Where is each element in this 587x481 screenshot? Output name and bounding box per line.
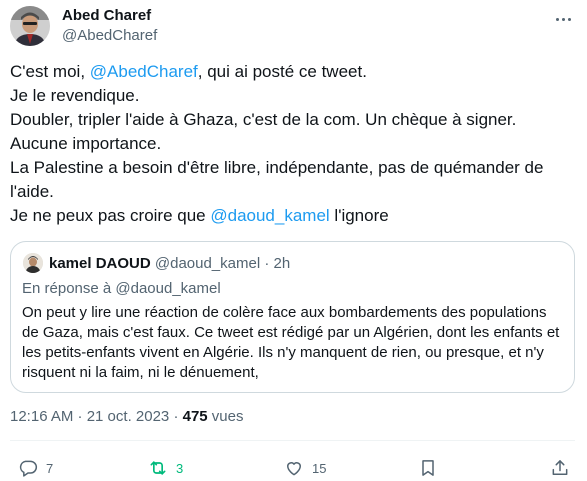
quote-reply-context: En réponse à @daoud_kamel	[22, 280, 221, 297]
action-bar: 7 3 15	[0, 455, 587, 481]
quote-author-avatar	[23, 253, 43, 273]
tweet-meta: 12:16 AM · 21 oct. 2023 · 475 vues	[10, 408, 244, 425]
tweet-text-part: , qui ai posté ce tweet. Je le revendiqu…	[10, 62, 544, 225]
reply-button[interactable]: 7	[18, 455, 53, 481]
tweet-text-part: l'ignore	[329, 206, 389, 225]
reply-icon	[19, 460, 38, 477]
author-handle[interactable]: @AbedCharef	[62, 27, 157, 44]
tweet-header: Abed Charef @AbedCharef	[10, 3, 577, 47]
quote-text: On peut y lire une réaction de colère fa…	[22, 304, 560, 381]
more-icon[interactable]	[553, 9, 573, 29]
mention-link[interactable]: @AbedCharef	[90, 62, 198, 81]
tweet-text-part: C'est moi,	[10, 62, 90, 81]
share-icon	[552, 460, 568, 475]
quote-header: kamel DAOUD @daoud_kamel · 2h	[49, 255, 290, 272]
like-count: 15	[312, 460, 327, 476]
reply-count: 7	[46, 460, 54, 476]
quote-author-name: kamel DAOUD	[49, 255, 151, 272]
repost-button[interactable]: 3	[148, 455, 183, 481]
author-name[interactable]: Abed Charef	[62, 7, 151, 24]
views-label: vues	[207, 408, 244, 425]
bookmark-icon	[422, 460, 434, 476]
quoted-tweet[interactable]: kamel DAOUD @daoud_kamel · 2h En réponse…	[10, 241, 575, 393]
author-avatar[interactable]	[10, 6, 50, 46]
bookmark-button[interactable]	[418, 455, 438, 481]
repost-count: 3	[176, 460, 184, 476]
mention-link[interactable]: @daoud_kamel	[210, 206, 329, 225]
tweet-timestamp[interactable]: 12:16 AM · 21 oct. 2023 ·	[10, 408, 183, 425]
repost-icon	[150, 461, 166, 475]
divider	[10, 440, 575, 441]
views-count: 475	[182, 408, 208, 425]
share-button[interactable]	[550, 455, 570, 481]
tweet-text: C'est moi, @AbedCharef, qui ai posté ce …	[10, 60, 575, 228]
like-button[interactable]: 15	[284, 455, 326, 481]
quote-meta: @daoud_kamel · 2h	[150, 255, 291, 272]
like-icon	[287, 462, 301, 476]
